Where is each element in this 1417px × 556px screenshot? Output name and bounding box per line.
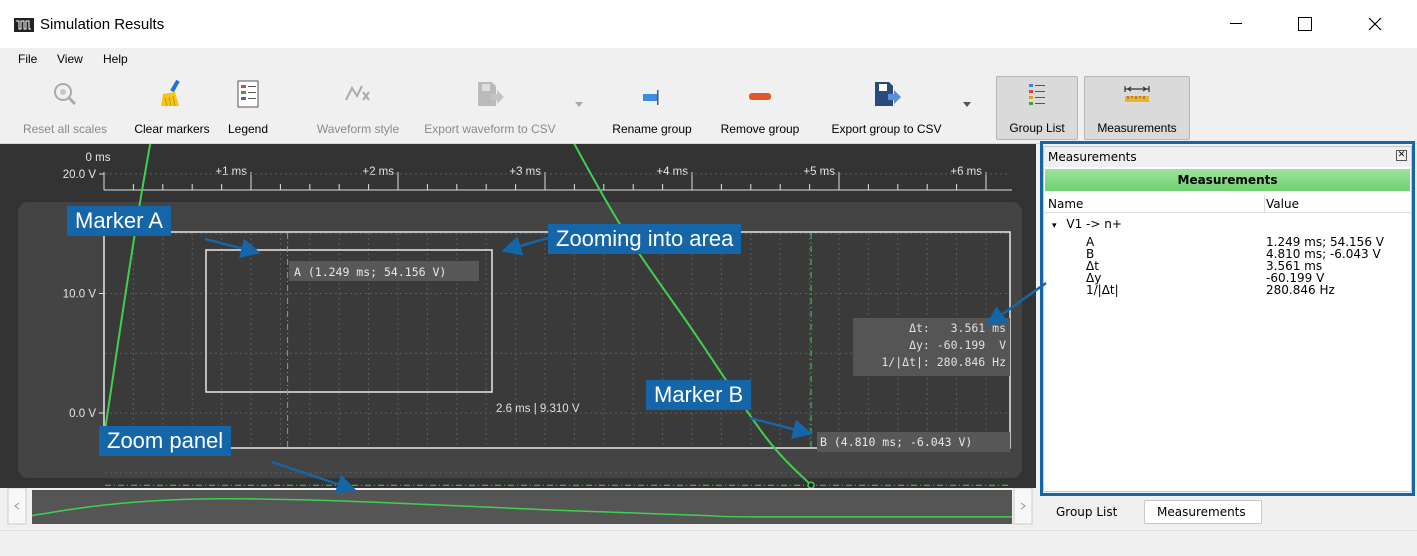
maximize-icon (1298, 17, 1312, 31)
cursor-readout: 2.6 ms | 9.310 V (496, 403, 580, 415)
overview-track[interactable] (32, 490, 1012, 524)
minimize-icon (1230, 23, 1242, 24)
ruler-label: +5 ms (803, 166, 835, 178)
callout-marker-a: Marker A (67, 206, 172, 236)
clear-markers-label: Clear markers (134, 122, 210, 136)
ruler-label: +2 ms (362, 166, 394, 178)
legend-label: Legend (227, 122, 269, 136)
menu-file[interactable]: File (18, 52, 37, 66)
export-waveform-label: Export waveform to CSV (424, 122, 556, 136)
rename-group-label: Rename group (612, 122, 692, 136)
title-bar: Simulation Results (0, 0, 1417, 48)
tab-group-list[interactable]: Group List (1043, 500, 1143, 524)
waveform-style-button[interactable]: Waveform style (314, 76, 402, 140)
group-list-icon (1029, 84, 1045, 105)
menu-bar: File View Help (0, 48, 1417, 70)
callout-zooming: Zooming into area (548, 224, 742, 254)
overlay-frequency: 1/|Δt|: 280.846 Hz (881, 355, 1006, 369)
measurements-label: Measurements (1097, 121, 1177, 135)
close-icon (1368, 17, 1382, 31)
minimize-button[interactable] (1213, 0, 1259, 48)
menu-help[interactable]: Help (103, 52, 128, 66)
ruler-label: +3 ms (509, 166, 541, 178)
app-icon (14, 18, 34, 32)
time-ruler[interactable]: 0 ms +1 ms +2 ms +3 ms +4 ms +5 ms +6 ms (86, 152, 1012, 191)
measurements-highlight (1040, 141, 1415, 496)
rename-group-button[interactable]: Rename group (603, 76, 701, 140)
broom-icon (161, 80, 180, 107)
group-list-toggle[interactable]: Group List (996, 76, 1078, 140)
overlay-delta-y: Δy: -60.199 V (909, 338, 1006, 352)
reset-all-scales-label: Reset all scales (22, 122, 108, 136)
zoom-scroll-right-button[interactable] (1013, 487, 1033, 525)
marker-b-label: B (4.810 ms; -6.043 V) (820, 435, 972, 449)
measurements-toggle[interactable]: Measurements (1084, 76, 1190, 140)
export-waveform-dropdown-icon[interactable] (575, 102, 583, 108)
menu-view[interactable]: View (57, 52, 83, 66)
remove-group-button[interactable]: Remove group (712, 76, 808, 140)
export-group-button[interactable]: Export group to CSV (819, 76, 954, 140)
legend-icon (237, 80, 259, 108)
marker-a-label: A (1.249 ms; 54.156 V) (294, 265, 446, 279)
zoom-panel-overview[interactable] (0, 487, 1036, 530)
close-button[interactable] (1352, 0, 1398, 48)
reset-all-scales-button[interactable]: Reset all scales (14, 76, 116, 140)
legend-button[interactable]: Legend (226, 76, 270, 140)
callout-zoom-panel: Zoom panel (99, 426, 232, 456)
overlay-delta-t: Δt: 3.561 ms (909, 321, 1006, 335)
ruler-label: +4 ms (656, 166, 688, 178)
y-tick-label: 0.0 V (69, 408, 96, 420)
status-bar (0, 530, 1417, 556)
waveform-style-icon (345, 85, 370, 101)
ruler-label: +6 ms (950, 166, 982, 178)
toolbar: Reset all scales Clear markers Legend Wa… (0, 70, 1417, 144)
rename-icon (643, 90, 659, 105)
zoom-scroll-left-button[interactable] (7, 487, 27, 525)
window-title: Simulation Results (40, 16, 165, 33)
zoom-reset-icon (54, 83, 77, 106)
remove-group-label: Remove group (720, 122, 800, 136)
waveform-style-label: Waveform style (316, 122, 400, 136)
remove-icon (749, 93, 771, 100)
export-waveform-icon (478, 82, 504, 106)
maximize-button[interactable] (1282, 0, 1328, 48)
export-group-label: Export group to CSV (831, 122, 942, 136)
y-tick-label: 10.0 V (63, 289, 97, 301)
clear-markers-button[interactable]: Clear markers (125, 76, 219, 140)
ruler-label: +1 ms (215, 166, 247, 178)
tab-measurements[interactable]: Measurements (1144, 500, 1262, 524)
callout-marker-b: Marker B (646, 380, 752, 410)
export-group-dropdown-icon[interactable] (963, 102, 971, 108)
group-list-label: Group List (1009, 121, 1065, 135)
ruler-label: 0 ms (86, 152, 111, 164)
simulation-results-window: Simulation Results File View Help Reset … (0, 0, 1417, 556)
measurements-icon (1124, 86, 1150, 102)
export-group-icon (874, 82, 901, 106)
y-tick-label: 20.0 V (63, 169, 97, 181)
export-waveform-button[interactable]: Export waveform to CSV (414, 76, 566, 140)
zoom-panel[interactable] (0, 487, 1036, 530)
